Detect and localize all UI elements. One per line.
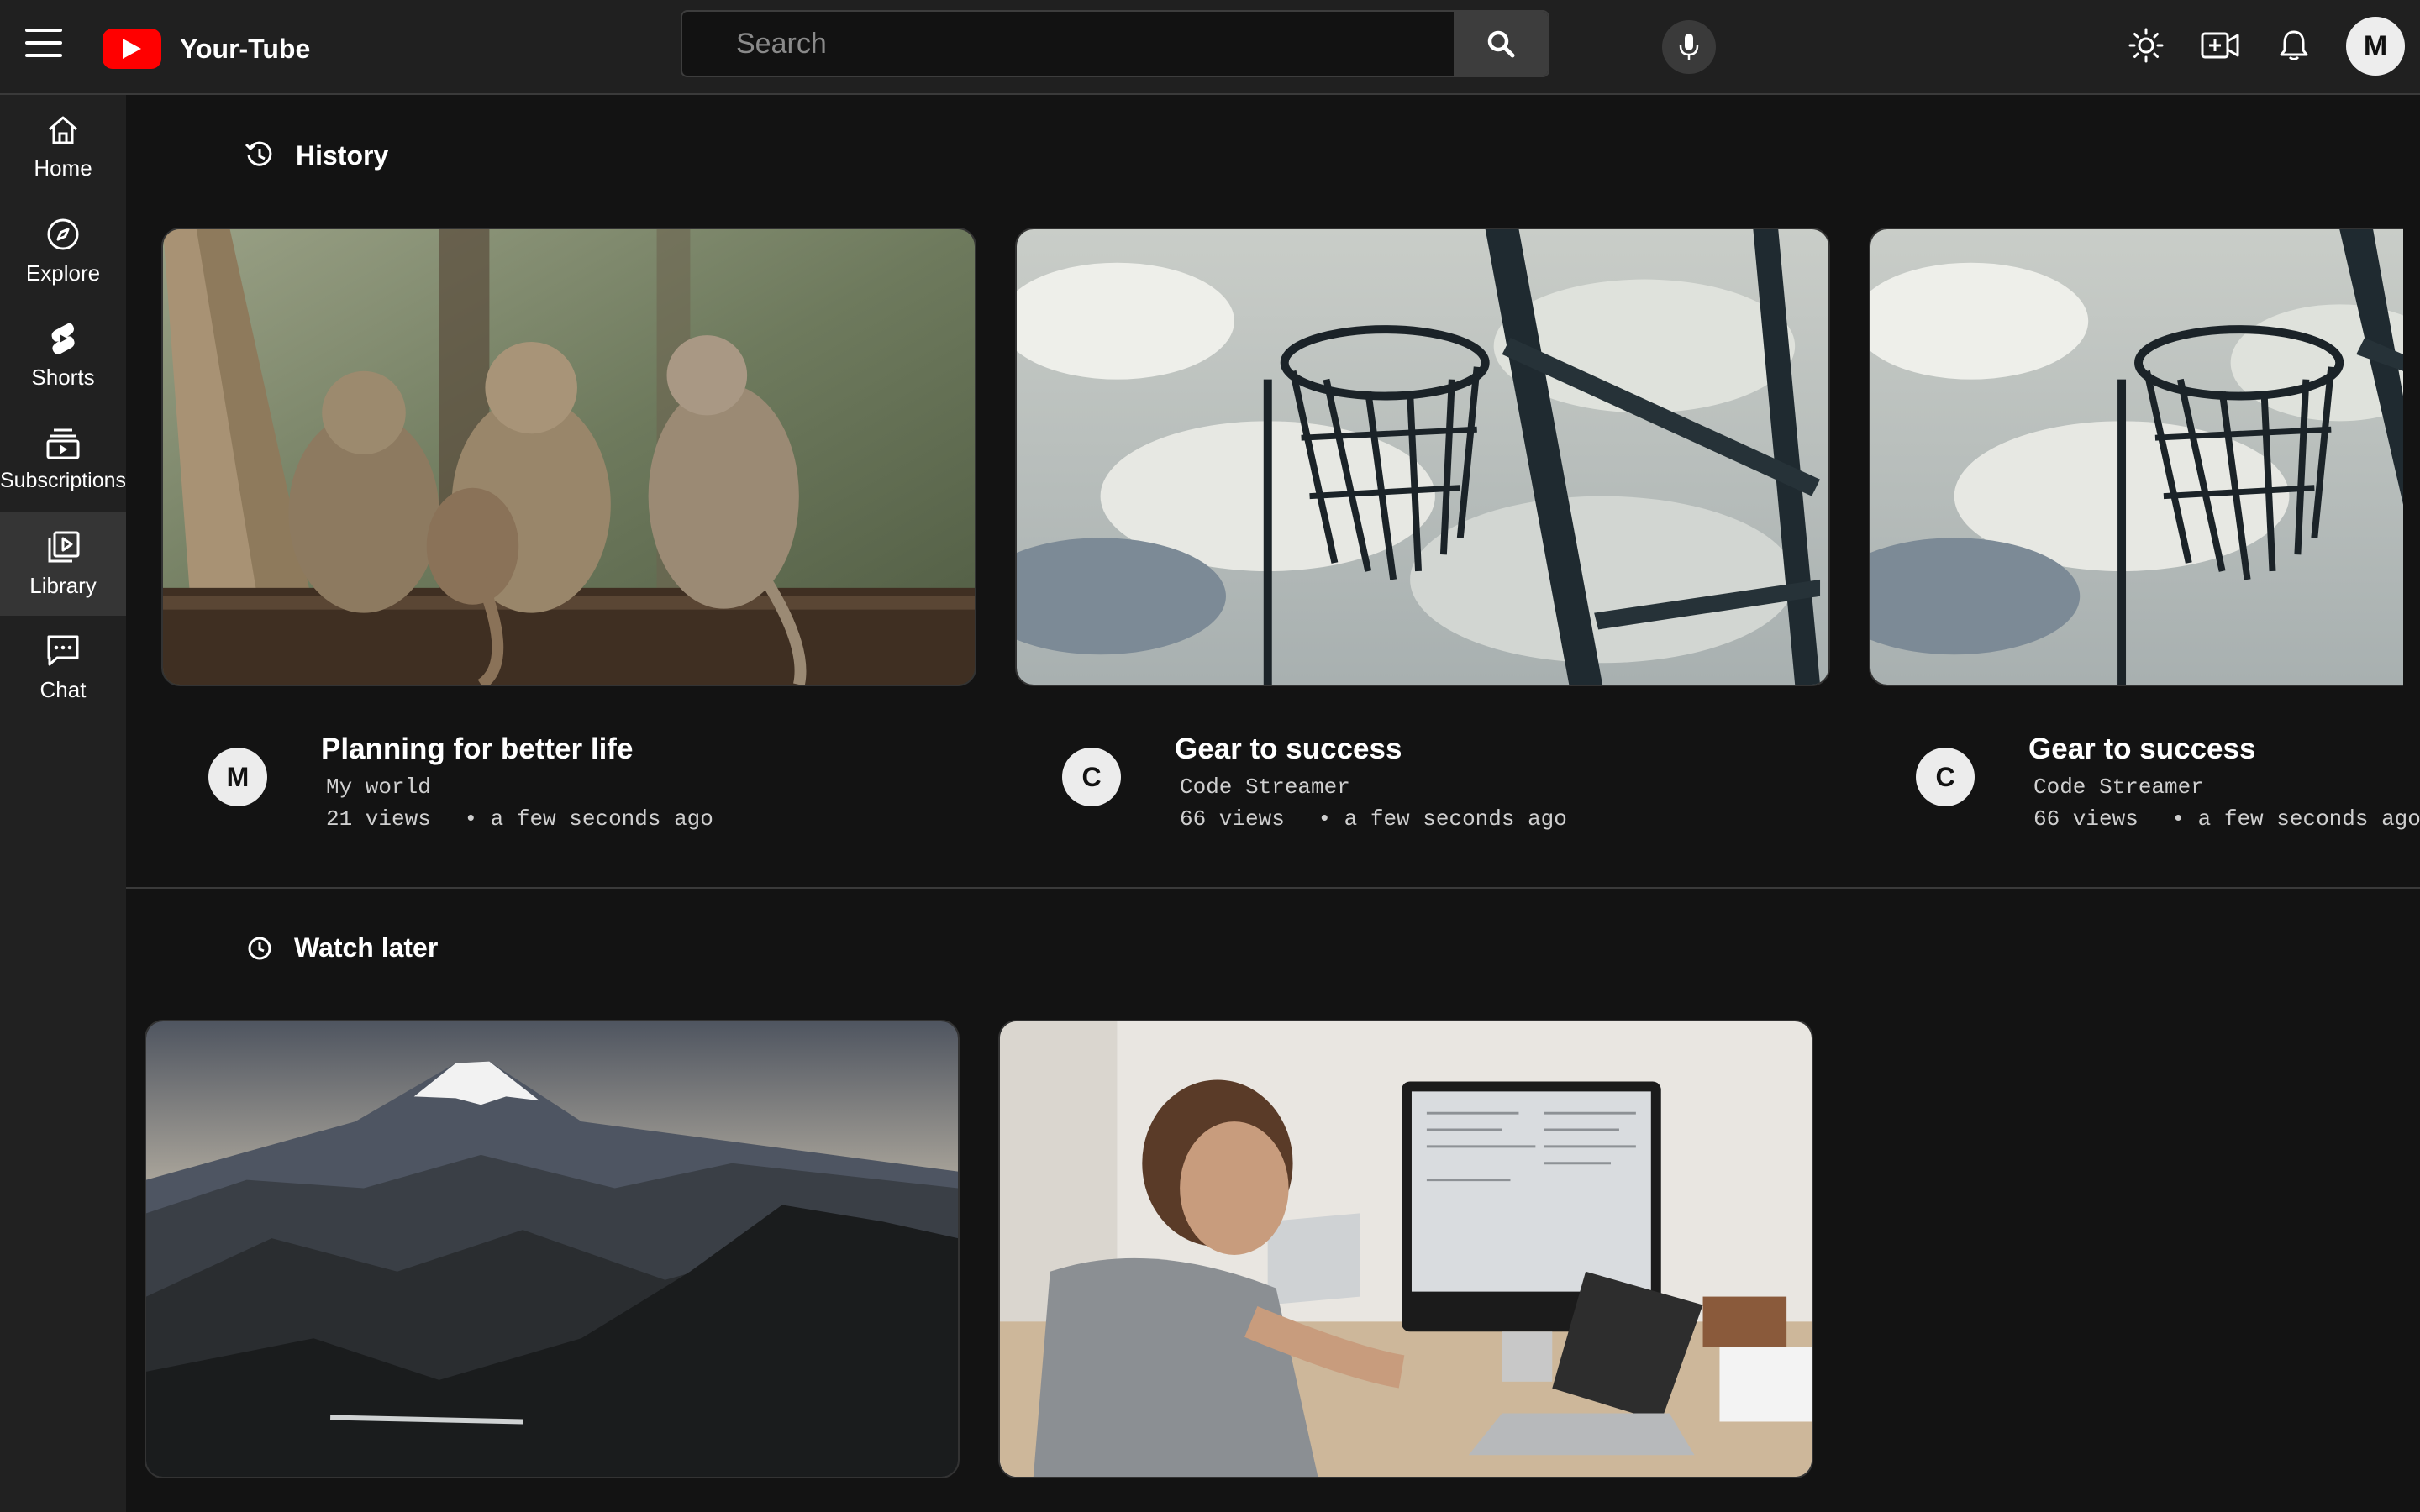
sidebar-item-explore[interactable]: Explore: [0, 199, 126, 303]
search-button[interactable]: [1454, 12, 1548, 76]
mountain-thumbnail-image: [146, 1021, 958, 1477]
channel-avatar[interactable]: C: [1062, 748, 1121, 806]
sidebar-item-label: Explore: [25, 260, 101, 286]
view-count: 21 views: [326, 806, 431, 832]
channel-avatar[interactable]: C: [1916, 748, 1975, 806]
video-thumbnail[interactable]: [1015, 228, 1830, 686]
sidebar-item-library[interactable]: Library: [0, 512, 126, 616]
channel-name[interactable]: My world: [326, 774, 431, 800]
video-thumbnail[interactable]: [998, 1020, 1813, 1478]
shorts-icon: [51, 322, 75, 354]
create-video-button[interactable]: [2200, 25, 2240, 66]
sidebar-item-shorts[interactable]: Shorts: [0, 303, 126, 407]
channel-avatar[interactable]: M: [208, 748, 267, 806]
menu-icon-bar: [25, 41, 62, 45]
search-input[interactable]: [682, 12, 1380, 76]
theme-sun-icon: [2128, 28, 2164, 63]
baboons-thumbnail-image: [163, 229, 975, 685]
video-thumbnail[interactable]: [161, 228, 976, 686]
sidebar-item-label: Home: [34, 155, 92, 181]
notifications-button[interactable]: [2274, 25, 2314, 66]
sidebar-item-label: Shorts: [31, 364, 95, 390]
menu-icon-bar: [25, 54, 62, 57]
search-box: [681, 10, 1549, 77]
search-icon: [1487, 30, 1515, 58]
compass-icon: [47, 218, 79, 249]
app-name: Your-Tube: [180, 33, 311, 64]
app-logo[interactable]: Your-Tube: [103, 29, 310, 69]
voice-search-button[interactable]: [1662, 20, 1716, 74]
basketball-hoop-thumbnail-image: [1017, 229, 1828, 685]
upload-time: • a few seconds ago: [1318, 806, 1567, 832]
channel-name[interactable]: Code Streamer: [2033, 774, 2204, 800]
section-divider: [126, 887, 2420, 889]
sidebar-item-chat[interactable]: Chat: [0, 616, 126, 720]
menu-icon: [25, 29, 62, 32]
history-icon: [245, 141, 272, 166]
video-thumbnail[interactable]: [145, 1020, 960, 1478]
watch-later-section-header: Watch later: [245, 932, 438, 963]
play-logo-icon: [103, 29, 161, 69]
view-count: 66 views: [1180, 806, 1285, 832]
sidebar-item-label: Chat: [39, 676, 87, 702]
video-title[interactable]: Gear to success: [1175, 732, 1402, 766]
upload-time: • a few seconds ago: [464, 806, 713, 832]
bell-icon: [2280, 30, 2308, 60]
top-bar: Your-Tube Search M: [0, 0, 2420, 95]
view-count: 66 views: [2033, 806, 2139, 832]
user-avatar[interactable]: M: [2346, 17, 2405, 76]
sidebar-item-label: Library: [29, 572, 97, 598]
video-thumbnail[interactable]: [1869, 228, 2403, 686]
theme-toggle-button[interactable]: [2126, 25, 2166, 66]
video-title[interactable]: Gear to success: [2028, 732, 2255, 766]
subscriptions-icon: [46, 428, 80, 459]
clock-icon: [248, 937, 271, 959]
channel-name[interactable]: Code Streamer: [1180, 774, 1350, 800]
library-icon: [48, 531, 80, 562]
mic-icon: [1679, 34, 1699, 60]
sidebar: Home Explore Shorts Subscriptions Librar…: [0, 95, 126, 1512]
video-stats: 66 views • a few seconds ago: [2033, 806, 2420, 832]
sidebar-item-home[interactable]: Home: [0, 95, 126, 199]
video-stats: 21 views • a few seconds ago: [326, 806, 713, 832]
sidebar-item-subscriptions[interactable]: Subscriptions: [0, 407, 126, 512]
section-title: History: [296, 139, 389, 171]
video-upload-icon: [2201, 32, 2239, 59]
sidebar-item-label: Subscriptions: [0, 468, 127, 492]
video-stats: 66 views • a few seconds ago: [1180, 806, 1567, 832]
chat-icon: [47, 635, 79, 665]
upload-time: • a few seconds ago: [2171, 806, 2420, 832]
history-section-header: History: [244, 139, 388, 171]
section-title: Watch later: [294, 932, 439, 963]
video-title[interactable]: Planning for better life: [321, 732, 633, 766]
basketball-hoop-thumbnail-image: [1870, 229, 2403, 685]
developer-desk-thumbnail-image: [1000, 1021, 1812, 1477]
home-icon: [49, 116, 77, 144]
menu-button[interactable]: [25, 29, 62, 66]
